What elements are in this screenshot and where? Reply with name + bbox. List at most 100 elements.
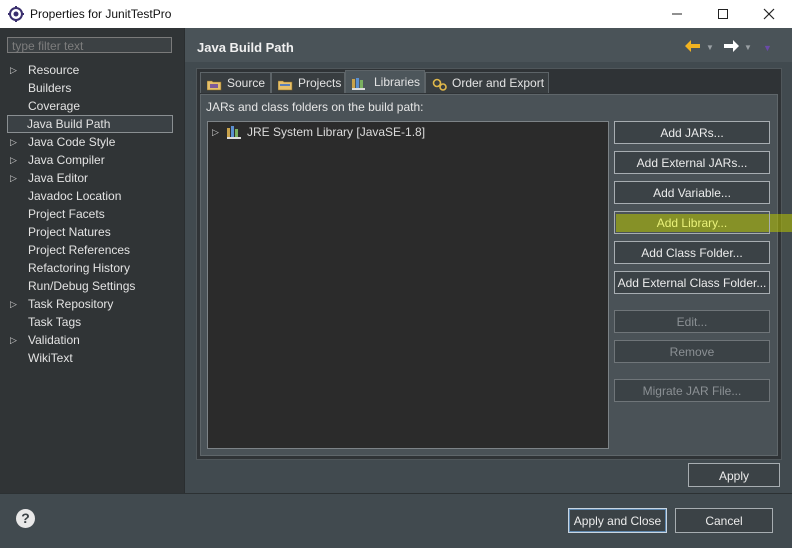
expand-arrow-icon[interactable]: ▷ (212, 124, 219, 140)
title-bar: Properties for JunitTestPro (0, 0, 792, 28)
sidebar-item-label: Coverage (28, 99, 81, 113)
remove-button[interactable]: Remove (614, 340, 770, 363)
sidebar-item-label: Resource (28, 63, 80, 77)
page-title: Java Build Path (197, 40, 294, 55)
window-title: Properties for JunitTestPro (30, 7, 172, 21)
tab-projects-label: Projects (298, 76, 342, 90)
forward-button[interactable] (723, 40, 739, 55)
sidebar-item-label: WikiText (28, 351, 73, 365)
migrate-jar-button[interactable]: Migrate JAR File... (614, 379, 770, 402)
apply-and-close-button[interactable]: Apply and Close (568, 508, 667, 533)
add-jars-label: Add JARs... (660, 126, 724, 140)
sidebar-item-label: Project Natures (28, 225, 111, 239)
cancel-button[interactable]: Cancel (675, 508, 773, 533)
tab-libraries[interactable]: Libraries (345, 70, 425, 93)
apply-button[interactable]: Apply (688, 463, 780, 487)
dialog-footer (0, 493, 792, 548)
projects-folder-icon (277, 77, 293, 98)
eclipse-gear-icon (8, 6, 24, 22)
edit-button[interactable]: Edit... (614, 310, 770, 333)
maximize-button[interactable] (700, 0, 746, 28)
tab-order-export-label: Order and Export (452, 76, 545, 90)
add-external-class-folder-label: Add External Class Folder... (617, 276, 767, 290)
sidebar-item-label: Javadoc Location (28, 189, 122, 203)
sidebar-item-task-tags[interactable]: Task Tags (0, 313, 184, 331)
cancel-label: Cancel (705, 514, 743, 528)
tab-projects[interactable]: Projects (271, 72, 345, 93)
sidebar-item-project-facets[interactable]: Project Facets (0, 205, 184, 223)
source-folder-icon (206, 77, 222, 98)
sidebar: type filter text ▷ Resource Builders Covera… (0, 28, 184, 493)
minimize-button[interactable] (654, 0, 700, 28)
sidebar-item-label: Java Code Style (28, 135, 116, 149)
back-button[interactable] (685, 40, 701, 55)
tab-source-label: Source (227, 76, 266, 90)
tab-libraries-label: Libraries (374, 75, 421, 89)
expand-arrow-icon[interactable]: ▷ (10, 169, 18, 187)
sidebar-item-validation[interactable]: ▷ Validation (0, 331, 184, 349)
close-button[interactable] (746, 0, 792, 28)
sidebar-item-label: Task Tags (28, 315, 82, 329)
sidebar-item-java-build-path[interactable]: Java Build Path (0, 115, 184, 133)
sidebar-item-label: Java Compiler (28, 153, 105, 167)
tab-source[interactable]: Source (200, 72, 271, 93)
migrate-jar-label: Migrate JAR File... (642, 384, 742, 398)
edit-label: Edit... (676, 315, 708, 329)
libraries-icon (352, 76, 366, 97)
filter-placeholder: type filter text (12, 39, 84, 53)
add-library-label: Add Library... (656, 216, 728, 230)
help-icon[interactable]: ? (16, 509, 35, 528)
sidebar-item-label: Refactoring History (28, 261, 131, 275)
sidebar-item-task-repository[interactable]: ▷ Task Repository (0, 295, 184, 313)
add-class-folder-button[interactable]: Add Class Folder... (614, 241, 770, 264)
jre-library-icon (227, 125, 243, 143)
add-external-class-folder-button[interactable]: Add External Class Folder... (614, 271, 770, 294)
sidebar-item-builders[interactable]: Builders (0, 79, 184, 97)
add-external-jars-button[interactable]: Add External JARs... (614, 151, 770, 174)
close-icon (763, 8, 775, 20)
forward-arrow-icon (724, 40, 739, 52)
page-header: Java Build Path ▼ ▼ ▼ (185, 28, 792, 62)
sidebar-item-label: Run/Debug Settings (28, 279, 136, 293)
expand-arrow-icon[interactable]: ▷ (10, 61, 18, 79)
sidebar-item-label: Project Facets (28, 207, 105, 221)
back-arrow-icon (685, 40, 700, 52)
expand-arrow-icon[interactable]: ▷ (10, 133, 18, 151)
expand-arrow-icon[interactable]: ▷ (10, 331, 18, 349)
view-menu-icon[interactable]: ▼ (763, 43, 772, 53)
sidebar-item-project-references[interactable]: Project References (0, 241, 184, 259)
add-variable-button[interactable]: Add Variable... (614, 181, 770, 204)
apply-and-close-label: Apply and Close (573, 514, 662, 528)
sidebar-item-label: Java Editor (28, 171, 89, 185)
tab-order-export[interactable]: Order and Export (425, 72, 549, 93)
maximize-icon (718, 9, 728, 19)
sidebar-item-run-debug-settings[interactable]: Run/Debug Settings (0, 277, 184, 295)
back-dropdown-icon[interactable]: ▼ (706, 43, 714, 52)
sidebar-item-refactoring-history[interactable]: Refactoring History (0, 259, 184, 277)
sidebar-item-resource[interactable]: ▷ Resource (0, 61, 184, 79)
apply-label: Apply (718, 469, 750, 483)
add-library-button[interactable]: Add Library... (614, 211, 770, 234)
remove-label: Remove (669, 345, 715, 359)
sidebar-item-coverage[interactable]: Coverage (0, 97, 184, 115)
sidebar-item-label: Java Build Path (27, 117, 111, 131)
filter-input[interactable]: type filter text (7, 37, 172, 53)
add-variable-label: Add Variable... (653, 186, 731, 200)
sidebar-item-project-natures[interactable]: Project Natures (0, 223, 184, 241)
order-export-icon (432, 77, 448, 98)
sidebar-item-label: Validation (28, 333, 80, 347)
sidebar-item-java-compiler[interactable]: ▷ Java Compiler (0, 151, 184, 169)
minimize-icon (672, 13, 682, 15)
sidebar-item-java-editor[interactable]: ▷ Java Editor (0, 169, 184, 187)
sidebar-item-wikitext[interactable]: WikiText (0, 349, 184, 367)
libraries-list[interactable] (207, 121, 609, 449)
expand-arrow-icon[interactable]: ▷ (10, 295, 18, 313)
sidebar-item-java-code-style[interactable]: ▷ Java Code Style (0, 133, 184, 151)
expand-arrow-icon[interactable]: ▷ (10, 151, 18, 169)
sidebar-item-javadoc-location[interactable]: Javadoc Location (0, 187, 184, 205)
add-jars-button[interactable]: Add JARs... (614, 121, 770, 144)
add-class-folder-label: Add Class Folder... (641, 246, 743, 260)
sidebar-item-label: Project References (28, 243, 131, 257)
pane-divider[interactable] (184, 28, 185, 493)
forward-dropdown-icon[interactable]: ▼ (744, 43, 752, 52)
